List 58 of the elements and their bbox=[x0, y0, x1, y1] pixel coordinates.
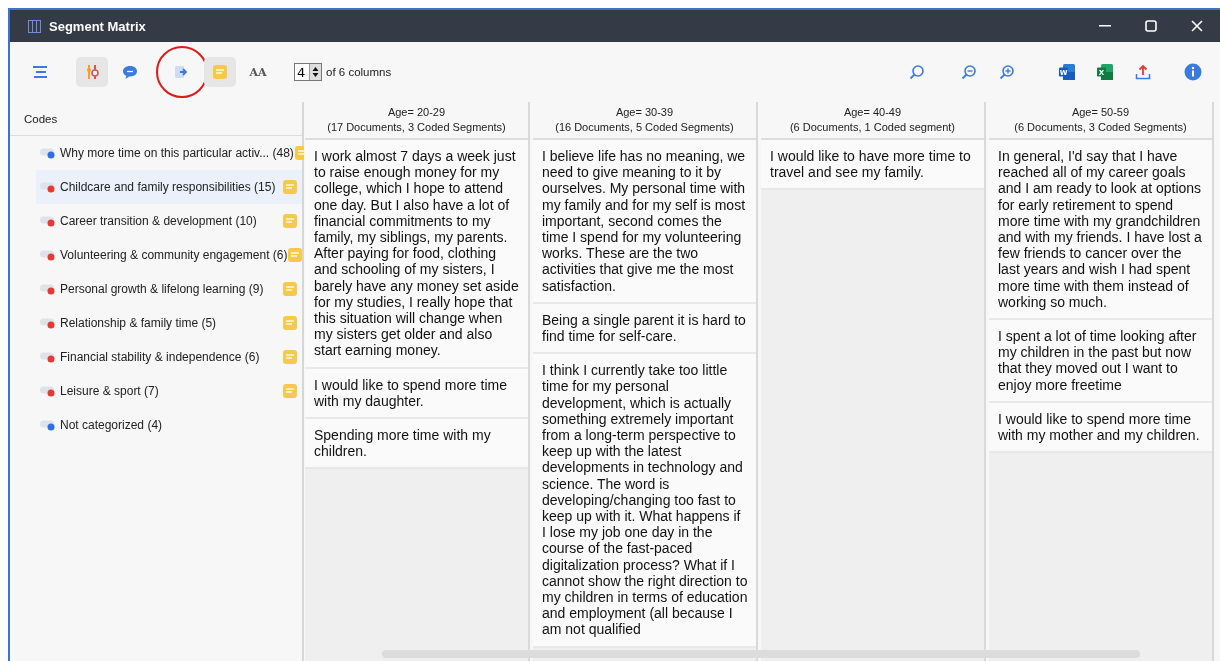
columns-label: of 6 columns bbox=[326, 66, 392, 78]
coded-segment: I spent a lot of time looking after my children in the past but now that they moved out I want to enjoy more freetime bbox=[989, 320, 1212, 403]
zoom-out-icon bbox=[961, 64, 977, 80]
code-row[interactable]: Childcare and family responsibilities (15) bbox=[36, 170, 302, 204]
coded-segment: Being a single parent it is hard to find time for self-care. bbox=[533, 303, 756, 355]
column-subtitle: (16 Documents, 5 Coded Segments) bbox=[555, 120, 734, 135]
code-row[interactable]: Career transition & development (10) bbox=[36, 204, 302, 238]
column-count-input[interactable]: 4 bbox=[295, 64, 309, 80]
code-row[interactable]: Volunteering & community engagement (6) bbox=[36, 238, 302, 272]
code-label: Why more time on this particular activ... (48) bbox=[60, 146, 294, 160]
coded-segment: I believe life has no meaning, we need to give meaning to it by ourselves. My personal time with my family and for my self is most important, second comes the time I spend for my volunteering works. These are the two activities that give me the most satisfaction. bbox=[533, 140, 756, 304]
horizontal-scrollbar[interactable] bbox=[382, 650, 1140, 658]
upload-icon bbox=[1135, 64, 1151, 80]
sliders-icon bbox=[84, 64, 100, 80]
columns-icon bbox=[28, 19, 41, 33]
toggle-button[interactable] bbox=[76, 57, 108, 87]
font-size-button[interactable]: AA bbox=[242, 57, 274, 87]
codes-header: Codes bbox=[24, 112, 58, 125]
window-title: Segment Matrix bbox=[49, 18, 147, 34]
code-row[interactable]: Financial stability & independence (6) bbox=[36, 340, 302, 374]
minimize-icon bbox=[1099, 25, 1111, 27]
code-row[interactable]: Not categorized (4) bbox=[36, 408, 302, 442]
coded-segment: I would like to have more time to travel and see my family. bbox=[761, 140, 984, 191]
code-label: Leisure & sport (7) bbox=[60, 384, 160, 398]
column-count-spinner[interactable]: 4 bbox=[294, 63, 322, 81]
column-subtitle: (6 Documents, 3 Coded Segments) bbox=[1014, 120, 1187, 135]
code-label: Childcare and family responsibilities (15) bbox=[60, 180, 277, 194]
column-subtitle: (6 Documents, 1 Coded segment) bbox=[789, 120, 956, 135]
document-arrow-icon bbox=[174, 65, 190, 79]
memo-icon bbox=[212, 64, 228, 80]
coded-segment: I would like to spend more time with my daughter. bbox=[305, 368, 528, 420]
column-title: Age= 30-39 bbox=[615, 105, 674, 120]
info-icon bbox=[1184, 63, 1202, 81]
column-subtitle: (17 Documents, 3 Coded Segments) bbox=[327, 120, 506, 135]
maximize-icon bbox=[1145, 20, 1157, 32]
code-row[interactable]: Personal growth & lifelong learning (9) bbox=[36, 272, 302, 306]
code-row[interactable]: Relationship & family time (5) bbox=[36, 306, 302, 340]
coded-segment: I would like to spend more time with my mother and my children. bbox=[989, 402, 1212, 454]
zoom-in-icon bbox=[999, 64, 1015, 80]
code-label: Career transition & development (10) bbox=[60, 214, 258, 228]
coded-segment: Spending more time with my children. bbox=[305, 419, 528, 470]
column-title: Age= 40-49 bbox=[843, 105, 902, 120]
coded-segment: In general, I'd say that I have reached all of my career goals and I am ready to look at options for early retirement to spend more time with my grandchildren and with my friends. I have lost a few friends to cancer over the last years and wish I had spent more time with them instead of working so much. bbox=[989, 140, 1212, 321]
code-label: Volunteering & community engagement (6) bbox=[60, 248, 288, 262]
code-label: Not categorized (4) bbox=[60, 418, 164, 432]
coded-segment: I work almost 7 days a week just to raise enough money for my college, which I hope to attend one day. But I also have a lot of financial commitments to my family, my siblings, my parents. After paying for food, clothing and schooling of my sisters, I barely have any money set aside for my studies, I really hope that this situation will change when my sisters get older and also start earning money. bbox=[305, 140, 528, 369]
code-label: Personal growth & lifelong learning (9) bbox=[60, 282, 265, 296]
spin-arrows-icon bbox=[312, 66, 319, 78]
search-icon bbox=[909, 64, 925, 80]
close-icon bbox=[1191, 20, 1203, 32]
column-title: Age= 20-29 bbox=[387, 105, 446, 120]
code-label: Financial stability & independence (6) bbox=[60, 350, 261, 364]
menu-icon bbox=[32, 65, 48, 79]
code-label: Relationship & family time (5) bbox=[60, 316, 218, 330]
coded-segment: I think I currently take too little time for my personal development, which is actually something extremely important from a long-term perspective to keep up with the latest developments in technology and science. The word is developing/changing too fast to keep up with it. What happens if I lose my job one day in the course of the fast-paced digitalization process? What if I cannot show the right direction to my children in terms of education and employment (all because I am not qualified bbox=[533, 354, 756, 648]
column-title: Age= 50-59 bbox=[1071, 105, 1130, 120]
speech-bubble-icon bbox=[122, 64, 138, 80]
code-row[interactable]: Leisure & sport (7) bbox=[36, 374, 302, 408]
